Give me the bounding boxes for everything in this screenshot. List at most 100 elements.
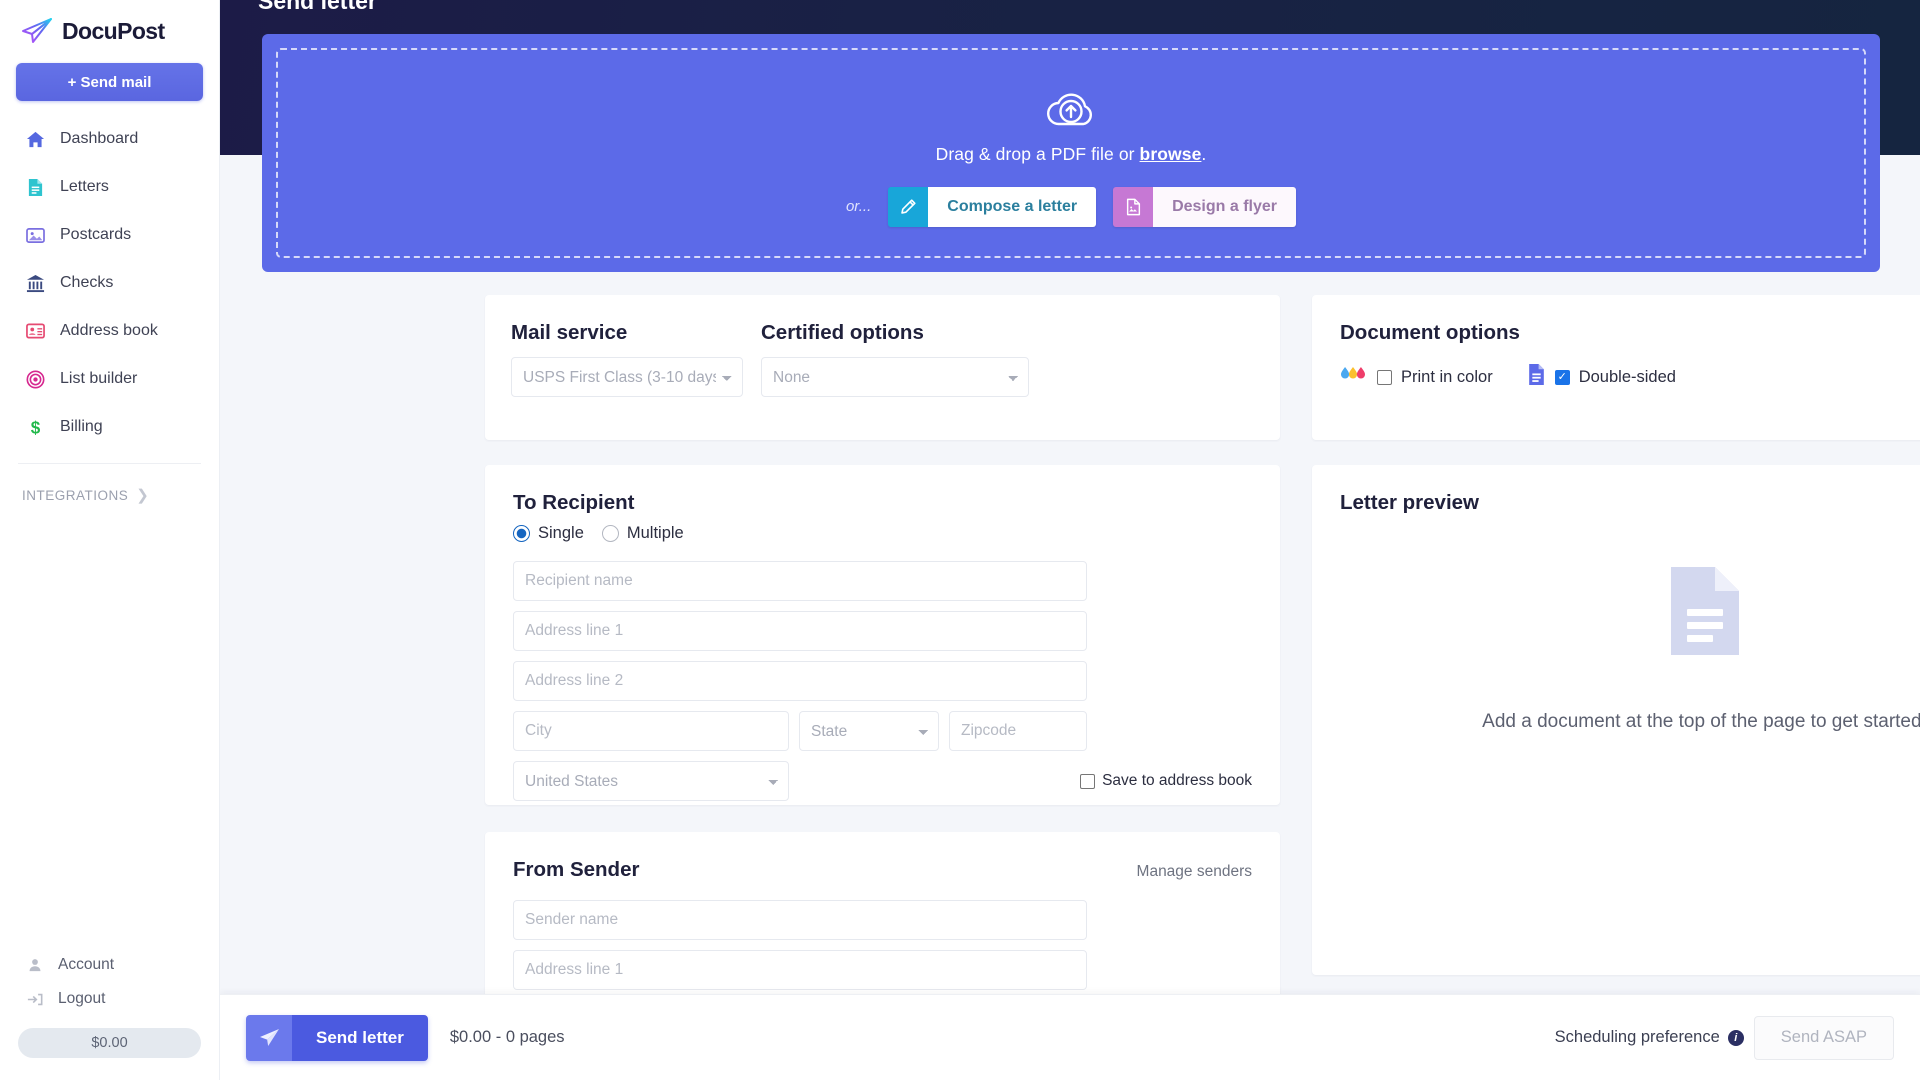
paper-plane-icon	[246, 1014, 292, 1061]
send-mail-button[interactable]: + Send mail	[16, 63, 203, 101]
recipient-name-input[interactable]	[513, 561, 1087, 601]
compose-letter-button[interactable]: Compose a letter	[888, 186, 1097, 227]
document-options-body: Print in color ✓ Double-sided	[1312, 345, 1920, 391]
account-balance[interactable]: $0.00	[18, 1028, 201, 1058]
recipient-country-row: United States Save to address book	[513, 761, 1252, 801]
browse-link[interactable]: browse	[1140, 144, 1202, 164]
double-sided-label: Double-sided	[1578, 367, 1676, 386]
from-sender-title: From Sender	[513, 858, 640, 881]
recipient-address-form: State United States Save to address book	[513, 561, 1252, 801]
info-icon[interactable]: i	[1727, 1029, 1744, 1046]
sidebar-item-label: Postcards	[60, 226, 132, 243]
integrations-label: INTEGRATIONS	[22, 487, 129, 503]
sidebar-item-address-book[interactable]: Address book	[0, 307, 219, 355]
sidebar-item-checks[interactable]: Checks	[0, 259, 219, 307]
sidebar-item-letters[interactable]: Letters	[0, 163, 219, 211]
sidebar-item-integrations[interactable]: INTEGRATIONS ❯	[0, 464, 219, 504]
print-in-color-checkbox[interactable]	[1377, 369, 1392, 385]
radio-single-icon[interactable]	[513, 525, 530, 542]
scheduling-preference-label: Scheduling preference i	[1555, 1028, 1744, 1047]
main-content: Send letter Drag & drop a PDF file or br…	[220, 0, 1920, 1080]
mail-service-select[interactable]: USPS First Class (3-10 days)	[511, 357, 743, 397]
compose-letter-label: Compose a letter	[928, 186, 1097, 227]
brand[interactable]: DocuPost	[0, 0, 219, 57]
double-sided-option[interactable]: ✓ Double-sided	[1527, 363, 1676, 391]
upload-cloud-icon	[1042, 80, 1100, 138]
document-options-title: Document options	[1340, 321, 1520, 344]
target-icon	[24, 368, 46, 390]
upload-prompt-prefix: Drag & drop a PDF file or	[935, 143, 1140, 164]
recipient-state-select[interactable]: State	[799, 711, 939, 751]
svg-text:$: $	[30, 418, 40, 436]
send-letter-button[interactable]: Send letter	[246, 1014, 428, 1061]
double-sided-checkbox[interactable]: ✓	[1554, 369, 1570, 385]
save-to-address-book-checkbox[interactable]	[1080, 773, 1096, 789]
scheduling-group: Scheduling preference i Send ASAP	[1555, 1015, 1894, 1060]
manage-senders-link[interactable]: Manage senders	[1137, 863, 1252, 881]
scroll-area[interactable]: Drag & drop a PDF file or browse. or... …	[220, 0, 1920, 1080]
scheduling-preference-text: Scheduling preference	[1554, 1028, 1720, 1046]
sender-address-form	[513, 900, 1252, 990]
upload-prompt-suffix: .	[1201, 143, 1207, 164]
to-recipient-card: To Recipient Single Multiple Recipient n…	[485, 465, 1280, 805]
recipient-country-select[interactable]: United States	[513, 761, 789, 801]
recipient-zip-input[interactable]	[949, 711, 1087, 751]
upload-alternatives: or... Compose a letter Design a flyer	[846, 186, 1297, 227]
paper-plane-icon	[20, 17, 54, 45]
print-in-color-label: Print in color	[1401, 367, 1493, 386]
sidebar-item-label: Letters	[60, 178, 109, 195]
sidebar-item-label: Billing	[60, 418, 103, 435]
save-to-address-book-label: Save to address book	[1102, 772, 1252, 789]
app-root: DocuPost + Send mail Dashboard Letters P…	[0, 0, 1920, 1080]
recipient-mode-single[interactable]: Single	[513, 524, 584, 543]
certified-options-select[interactable]: None	[761, 357, 1029, 397]
sender-name-input[interactable]	[513, 900, 1087, 940]
document-placeholder-icon	[1667, 565, 1743, 657]
price-summary: $0.00 - 0 pages	[449, 1028, 565, 1046]
design-flyer-label: Design a flyer	[1153, 186, 1297, 227]
design-flyer-button[interactable]: Design a flyer	[1113, 186, 1297, 227]
dollar-icon: $	[24, 416, 46, 438]
chevron-right-icon: ❯	[136, 487, 150, 504]
send-asap-button[interactable]: Send ASAP	[1753, 1015, 1894, 1060]
upload-dropzone-inner[interactable]: Drag & drop a PDF file or browse. or... …	[276, 48, 1866, 258]
letter-preview-card: Letter preview Add a document at the top…	[1312, 465, 1920, 975]
upload-dropzone[interactable]: Drag & drop a PDF file or browse. or... …	[262, 34, 1880, 272]
sidebar-item-logout[interactable]: Logout	[0, 982, 219, 1016]
sidebar: DocuPost + Send mail Dashboard Letters P…	[0, 0, 220, 1080]
letter-preview-title: Letter preview	[1340, 491, 1479, 514]
certified-options-label: Certified options	[761, 321, 924, 344]
sidebar-item-dashboard[interactable]: Dashboard	[0, 115, 219, 163]
sidebar-item-list-builder[interactable]: List builder	[0, 355, 219, 403]
save-to-address-book-option[interactable]: Save to address book	[1080, 772, 1252, 790]
sidebar-item-billing[interactable]: $ Billing	[0, 403, 219, 451]
page-icon	[1527, 363, 1546, 391]
bottom-action-bar: Send letter $0.00 - 0 pages Scheduling p…	[220, 994, 1920, 1080]
image-icon	[24, 224, 46, 246]
home-icon	[24, 128, 46, 150]
sidebar-nav: Dashboard Letters Postcards Checks Addre…	[0, 115, 219, 451]
recipient-city-input[interactable]	[513, 711, 789, 751]
sender-address1-input[interactable]	[513, 950, 1087, 990]
recipient-mode-multiple[interactable]: Multiple	[601, 524, 684, 543]
sidebar-item-postcards[interactable]: Postcards	[0, 211, 219, 259]
sidebar-footer-label: Logout	[58, 990, 106, 1007]
mail-service-card: Mail service USPS First Class (3-10 days…	[485, 295, 1280, 440]
sidebar-footer-label: Account	[58, 956, 115, 973]
sidebar-footer: Account Logout $0.00	[0, 948, 219, 1080]
from-sender-header: From Sender Manage senders	[513, 858, 1252, 882]
recipient-mode-multiple-label: Multiple	[626, 524, 684, 542]
mail-service-fields: Mail service USPS First Class (3-10 days…	[485, 295, 1280, 397]
brand-name: DocuPost	[62, 17, 165, 44]
recipient-address2-input[interactable]	[513, 661, 1087, 701]
document-options-card: Document options Print in color ✓ Double…	[1312, 295, 1920, 440]
letter-preview-empty-state: Add a document at the top of the page to…	[1312, 565, 1920, 735]
sidebar-item-account[interactable]: Account	[0, 948, 219, 982]
contact-card-icon	[24, 320, 46, 342]
ink-drops-icon	[1338, 364, 1368, 391]
recipient-address1-input[interactable]	[513, 611, 1087, 651]
recipient-mode-single-label: Single	[538, 524, 584, 542]
radio-multiple-icon[interactable]	[601, 525, 619, 542]
print-in-color-option[interactable]: Print in color	[1338, 364, 1493, 391]
pencil-icon	[888, 186, 929, 227]
